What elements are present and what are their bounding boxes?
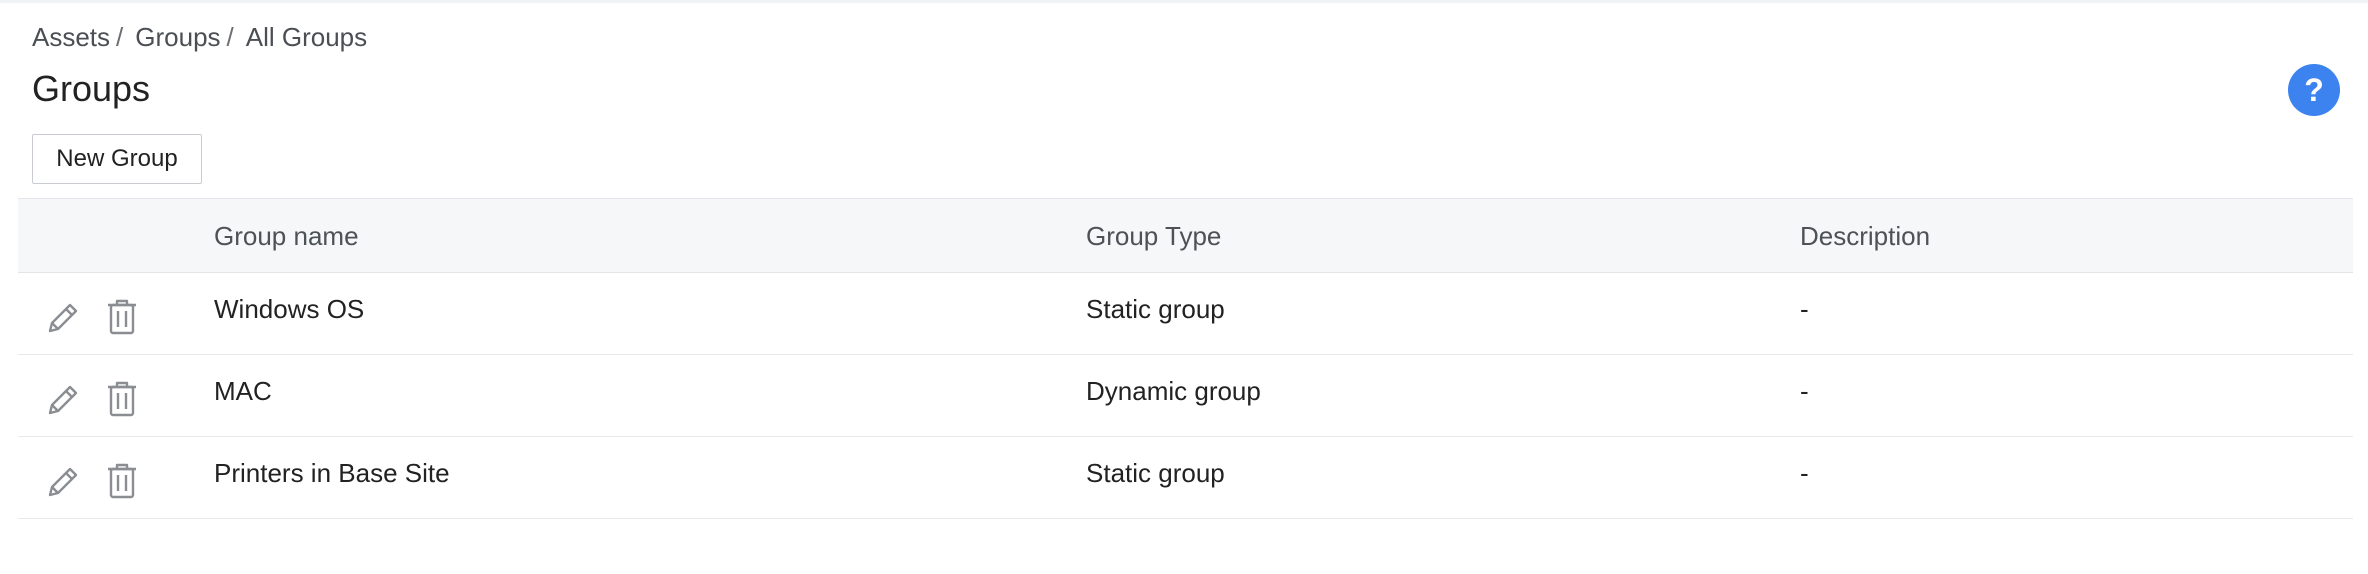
breadcrumb-all-groups: All Groups [245, 22, 368, 52]
page: Assets / Groups / All Groups Groups ? Ne… [0, 0, 2368, 574]
column-header-group-type[interactable]: Group Type [1086, 199, 1221, 273]
trash-icon[interactable] [104, 379, 140, 419]
pencil-icon[interactable] [44, 297, 80, 337]
column-header-group-name[interactable]: Group name [214, 199, 359, 273]
breadcrumb-separator: / [226, 22, 234, 52]
groups-table: Group name Group Type Description Window… [18, 198, 2353, 519]
description-cell: - [1800, 294, 1809, 324]
breadcrumb-assets[interactable]: Assets [32, 22, 110, 53]
page-title: Groups [32, 68, 151, 109]
trash-icon[interactable] [104, 297, 140, 337]
group-type-cell: Static group [1086, 458, 1225, 488]
group-type-cell: Dynamic group [1086, 376, 1261, 406]
table-row: MAC Dynamic group - [18, 355, 2353, 437]
table-header: Group name Group Type Description [18, 199, 2353, 273]
pencil-icon[interactable] [44, 379, 80, 419]
group-name-cell: Printers in Base Site [214, 458, 450, 488]
trash-icon[interactable] [104, 461, 140, 501]
group-type-cell: Static group [1086, 294, 1225, 324]
description-cell: - [1800, 376, 1809, 406]
table-row: Printers in Base Site Static group - [18, 437, 2353, 519]
description-cell: - [1800, 458, 1809, 488]
breadcrumb: Assets / Groups / All Groups [32, 22, 367, 53]
table-row: Windows OS Static group - [18, 273, 2353, 355]
top-divider [0, 0, 2368, 3]
help-icon[interactable]: ? [2288, 64, 2340, 116]
column-header-description[interactable]: Description [1800, 199, 1930, 273]
new-group-button[interactable]: New Group [32, 134, 202, 184]
group-name-cell: Windows OS [214, 294, 365, 324]
pencil-icon[interactable] [44, 461, 80, 501]
breadcrumb-separator: / [116, 22, 124, 52]
breadcrumb-groups[interactable]: Groups [135, 22, 220, 53]
group-name-cell: MAC [214, 376, 272, 406]
